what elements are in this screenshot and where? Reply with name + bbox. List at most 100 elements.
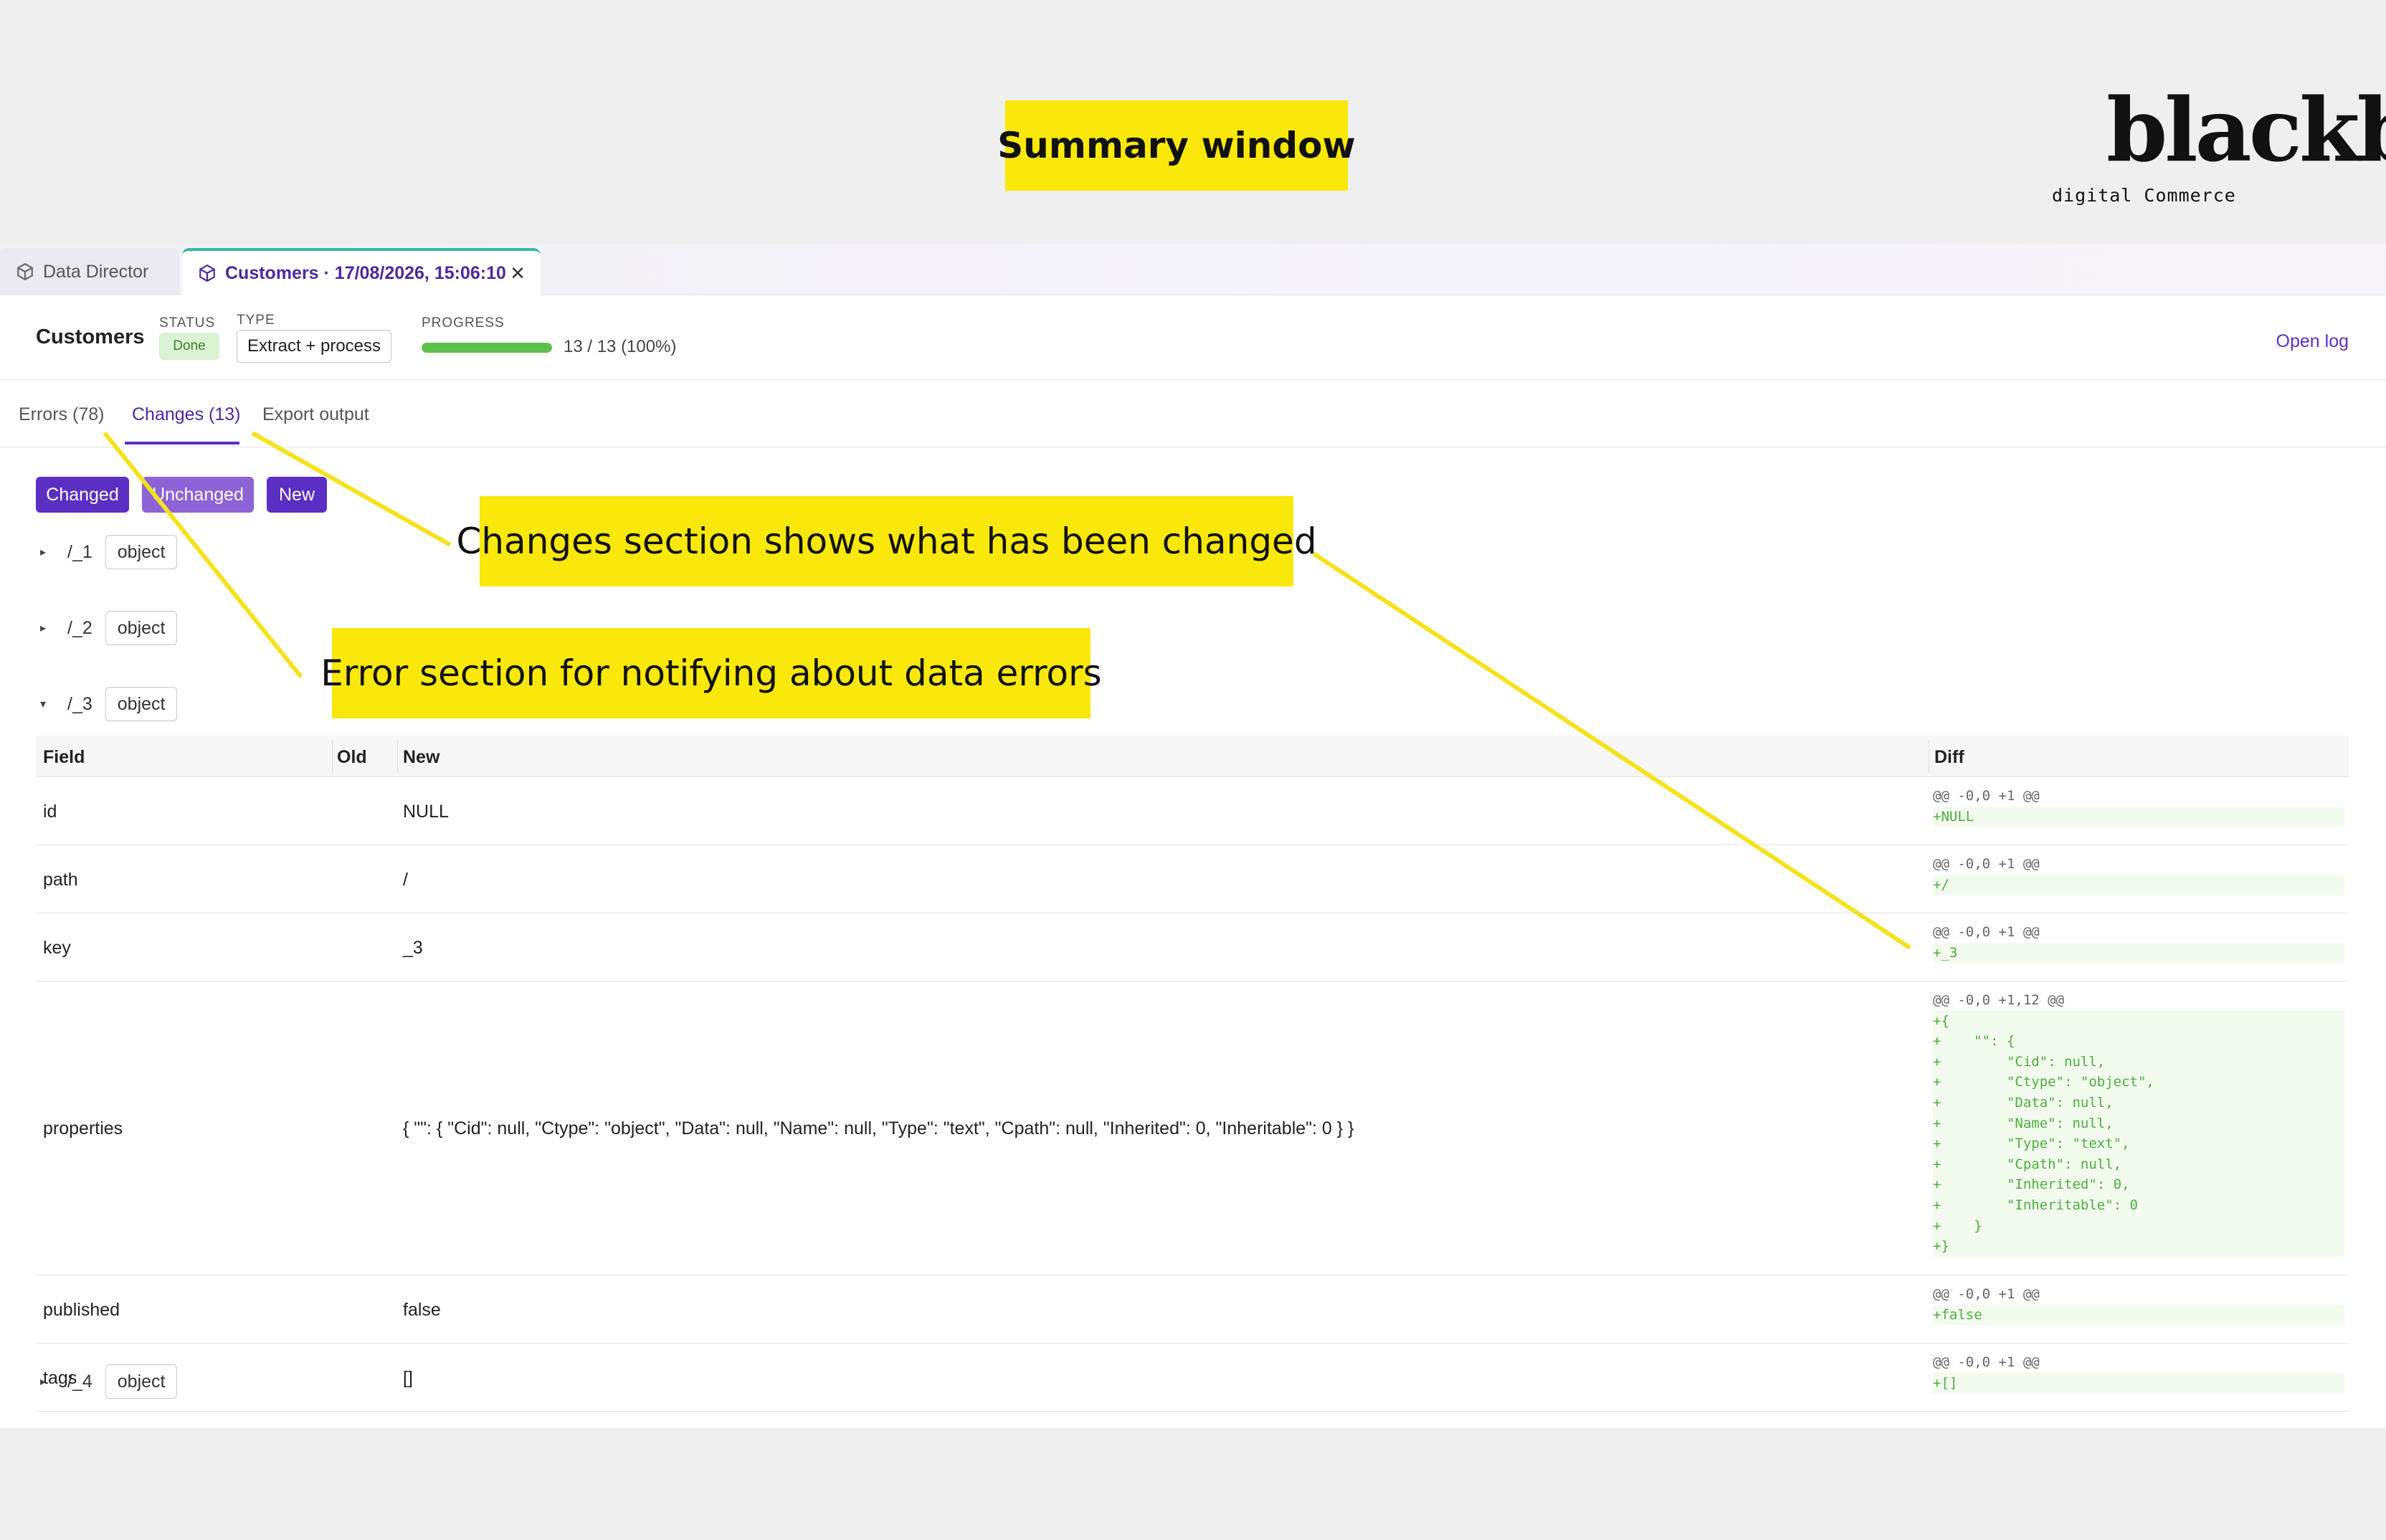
new-cell: { "": { "Cid": null, "Ctype": "object", … — [403, 1118, 1354, 1139]
diff-hunk-header: @@ -0,0 +1,12 @@ — [1933, 992, 2065, 1008]
column-header-old: Old — [337, 747, 367, 767]
cube-icon — [199, 264, 215, 282]
logo-tagline: digital Commerce — [2052, 185, 2236, 206]
new-cell: NULL — [403, 802, 449, 822]
diff-hunk-header: @@ -0,0 +1 @@ — [1933, 1286, 2040, 1302]
tab-export-output[interactable]: Export output — [262, 404, 369, 425]
diff-hunk-header: @@ -0,0 +1 @@ — [1933, 788, 2040, 804]
diff-cell: @@ -0,0 +1,12 @@ +{+ "": {+ "Cid": null, +… — [1933, 990, 2344, 1257]
field-cell: path — [43, 870, 78, 890]
new-cell: _3 — [403, 938, 423, 958]
window-tab-bar: Data Director Customers · 17/08/2026, 15… — [0, 244, 2386, 295]
changes-section-callout: Changes section shows what has been chan… — [456, 496, 1317, 586]
diff-added-line: + "Data": null, — [1933, 1092, 2344, 1113]
diff-added-line: +_3 — [1933, 942, 2344, 964]
logo-wordmark: blackbit — [2106, 78, 2386, 181]
node-type-chip: object — [105, 535, 178, 569]
app-window: Data Director Customers · 17/08/2026, 15… — [0, 244, 2386, 1428]
tree-node[interactable]: ▸ /_2 object — [40, 610, 178, 646]
caret-right-icon[interactable]: ▸ — [40, 621, 54, 635]
diff-added-line: + "Type": "text", — [1933, 1133, 2344, 1154]
tab-label: Data Director — [43, 261, 149, 282]
table-header: Field Old New Diff — [36, 736, 2349, 777]
tab-data-director[interactable]: Data Director — [0, 248, 179, 295]
type-chip: Extract + process — [237, 330, 391, 363]
section-tabs: Errors (78) Changes (13) Export output — [0, 380, 2386, 447]
node-path: /_4 — [67, 1371, 92, 1392]
tab-label: Customers · 17/08/2026, 15:06:10 — [225, 262, 506, 283]
diff-added-line: +} — [1933, 1236, 2344, 1257]
caret-right-icon[interactable]: ▸ — [40, 1374, 54, 1389]
node-type-chip: object — [105, 1364, 178, 1399]
diff-hunk-header: @@ -0,0 +1 @@ — [1933, 924, 2040, 940]
active-tab-indicator — [125, 442, 239, 445]
tab-customers-run[interactable]: Customers · 17/08/2026, 15:06:10 × — [182, 248, 541, 295]
filter-new-button[interactable]: New — [267, 477, 327, 513]
progress-text: 13 / 13 (100%) — [564, 337, 677, 356]
changes-table: Field Old New Diff id NULL @@ -0,0 +1 @@ +N… — [36, 736, 2349, 1412]
diff-added-line: +false — [1933, 1304, 2344, 1326]
diff-added-line: +[] — [1933, 1372, 2344, 1394]
new-cell: / — [403, 870, 408, 890]
diff-added-line: + "Cpath": null, — [1933, 1154, 2344, 1175]
tab-errors[interactable]: Errors (78) — [19, 404, 104, 425]
tree-node[interactable]: ▸ /_1 object — [40, 534, 178, 570]
column-header-new: New — [403, 747, 440, 767]
tab-changes[interactable]: Changes (13) — [132, 404, 240, 425]
node-type-chip: object — [105, 611, 178, 645]
node-path: /_1 — [67, 541, 92, 562]
field-cell: published — [43, 1300, 120, 1320]
diff-cell: @@ -0,0 +1 @@ +NULL — [1933, 786, 2344, 827]
field-cell: id — [43, 802, 57, 822]
change-filters: Changed Unchanged New — [36, 477, 327, 513]
progress-fill — [422, 343, 552, 353]
field-cell: key — [43, 938, 71, 958]
table-row: path / @@ -0,0 +1 @@ +/ — [36, 845, 2349, 913]
field-cell: properties — [43, 1118, 123, 1139]
diff-hunk-header: @@ -0,0 +1 @@ — [1933, 856, 2040, 872]
job-summary: Customers STATUS Done TYPE Extract + pro… — [0, 295, 2386, 380]
column-header-field: Field — [43, 747, 85, 767]
filter-unchanged-button[interactable]: Unchanged — [142, 477, 254, 513]
diff-added-line: + "": { — [1933, 1031, 2344, 1052]
table-row: properties { "": { "Cid": null, "Ctype": … — [36, 981, 2349, 1275]
error-section-callout: Error section for notifying about data e… — [320, 628, 1102, 718]
type-label: TYPE — [237, 313, 275, 328]
diff-added-line: + "Name": null, — [1933, 1113, 2344, 1134]
summary-window-callout: Summary window — [997, 100, 1356, 191]
table-row: key _3 @@ -0,0 +1 @@ +_3 — [36, 913, 2349, 981]
progress-bar — [422, 343, 552, 353]
caret-right-icon[interactable]: ▸ — [40, 545, 54, 559]
status-badge: Done — [159, 333, 219, 360]
close-icon[interactable]: × — [510, 260, 525, 287]
new-cell: false — [403, 1300, 441, 1320]
diff-added-line: + } — [1933, 1215, 2344, 1237]
diff-added-line: +NULL — [1933, 806, 2344, 827]
diff-added-line: + "Cid": null, — [1933, 1051, 2344, 1073]
diff-cell: @@ -0,0 +1 @@ +false — [1933, 1284, 2344, 1326]
diff-added-line: + "Ctype": "object", — [1933, 1072, 2344, 1093]
open-log-link[interactable]: Open log — [2276, 331, 2349, 352]
diff-added-line: +{ — [1933, 1010, 2344, 1032]
diff-added-line: + "Inheritable": 0 — [1933, 1194, 2344, 1216]
node-path: /_3 — [67, 693, 92, 714]
tree-node[interactable]: ▸ /_4 object — [40, 1364, 178, 1399]
diff-cell: @@ -0,0 +1 @@ +/ — [1933, 854, 2344, 895]
new-cell: [] — [403, 1368, 413, 1388]
diff-cell: @@ -0,0 +1 @@ +_3 — [1933, 922, 2344, 964]
diff-hunk-header: @@ -0,0 +1 @@ — [1933, 1354, 2040, 1370]
table-row: id NULL @@ -0,0 +1 @@ +NULL — [36, 777, 2349, 845]
progress-label: PROGRESS — [422, 315, 505, 331]
diff-added-line: +/ — [1933, 874, 2344, 895]
status-label: STATUS — [159, 315, 216, 331]
column-header-diff: Diff — [1934, 747, 1964, 767]
diff-added-line: + "Inherited": 0, — [1933, 1174, 2344, 1195]
table-row: tags[] @@ -0,0 +1 @@ +[] — [36, 1344, 2349, 1412]
tree-node[interactable]: ▾ /_3 object — [40, 686, 178, 722]
job-title: Customers — [36, 325, 145, 348]
filter-changed-button[interactable]: Changed — [36, 477, 129, 513]
cube-icon — [17, 262, 33, 281]
table-row: published false @@ -0,0 +1 @@ +false — [36, 1275, 2349, 1344]
node-type-chip: object — [105, 687, 178, 721]
caret-down-icon[interactable]: ▾ — [40, 697, 54, 711]
